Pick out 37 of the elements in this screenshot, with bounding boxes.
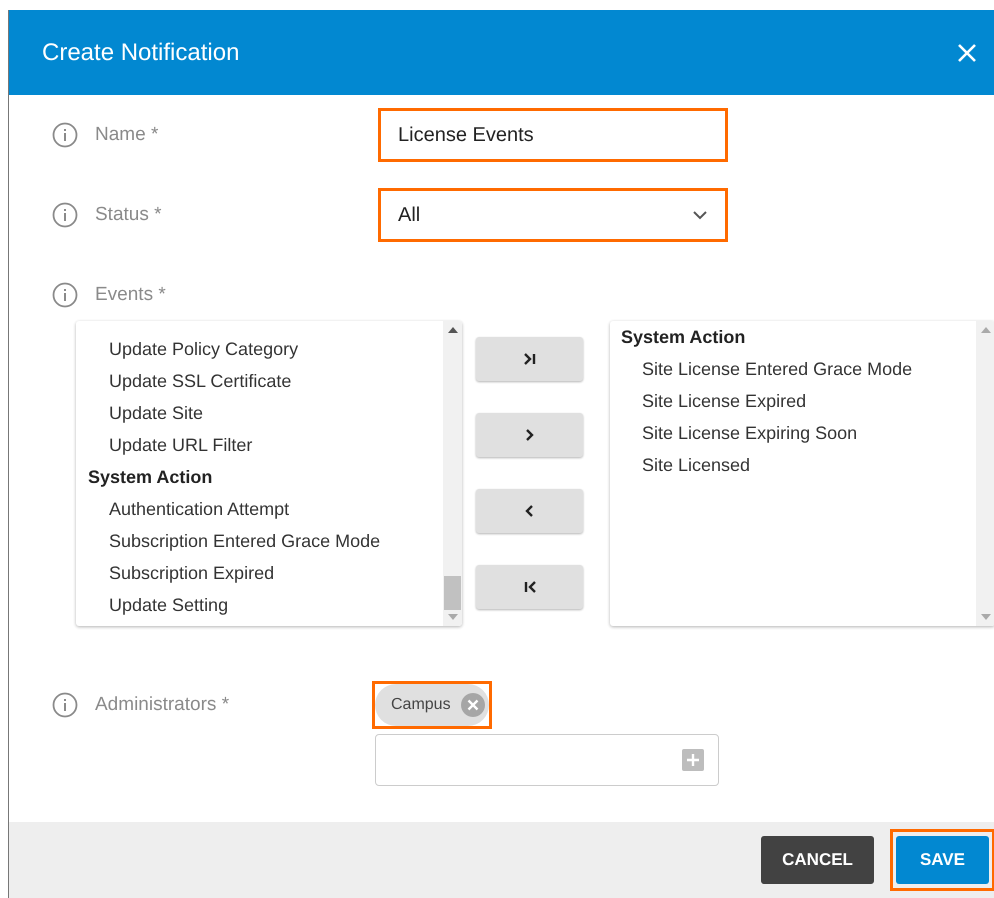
administrator-input[interactable]: [375, 734, 719, 786]
field-label: Events *: [95, 284, 166, 306]
list-item[interactable]: Update Site: [76, 397, 443, 429]
scroll-down-icon[interactable]: [448, 614, 458, 620]
list-item[interactable]: Site License Expiring Soon: [610, 417, 976, 449]
add-icon[interactable]: [682, 749, 704, 771]
scrollbar[interactable]: [976, 321, 994, 626]
field-label: Name *: [95, 124, 158, 146]
scroll-up-icon[interactable]: [448, 327, 458, 333]
scroll-down-icon[interactable]: [980, 614, 990, 620]
field-label: Administrators *: [95, 694, 230, 716]
info-icon: [52, 122, 78, 148]
group-heading: System Action: [620, 326, 746, 349]
list-item[interactable]: Site Licensed: [610, 449, 976, 481]
info-icon: [52, 202, 78, 228]
list-item[interactable]: Site License Entered Grace Mode: [610, 353, 976, 385]
chip-label: Campus: [391, 696, 451, 714]
list-item[interactable]: Subscription Entered Grace Mode: [76, 525, 443, 557]
list-item[interactable]: Site License Expired: [610, 385, 976, 417]
close-button[interactable]: [957, 42, 977, 62]
scrollbar[interactable]: [443, 321, 462, 626]
info-icon: [52, 282, 78, 308]
list-item[interactable]: Update URL Filter: [76, 429, 443, 461]
list-item[interactable]: Update SSL Certificate: [76, 365, 443, 397]
dialog-title: Create Notification: [42, 38, 240, 66]
group-heading: System Action: [87, 466, 214, 489]
list-item[interactable]: Update Setting: [76, 589, 443, 621]
field-label: Status *: [95, 204, 162, 226]
list-item[interactable]: Update Policy Category: [76, 333, 443, 365]
cancel-button[interactable]: CANCEL: [761, 836, 874, 884]
chevron-down-icon[interactable]: [692, 210, 708, 220]
scroll-thumb[interactable]: [444, 576, 461, 610]
list-item[interactable]: Authentication Attempt: [76, 493, 443, 525]
save-button[interactable]: SAVE: [896, 836, 989, 884]
list-item[interactable]: Subscription Expired: [76, 557, 443, 589]
info-icon: [52, 692, 78, 718]
remove-icon[interactable]: [460, 693, 485, 717]
